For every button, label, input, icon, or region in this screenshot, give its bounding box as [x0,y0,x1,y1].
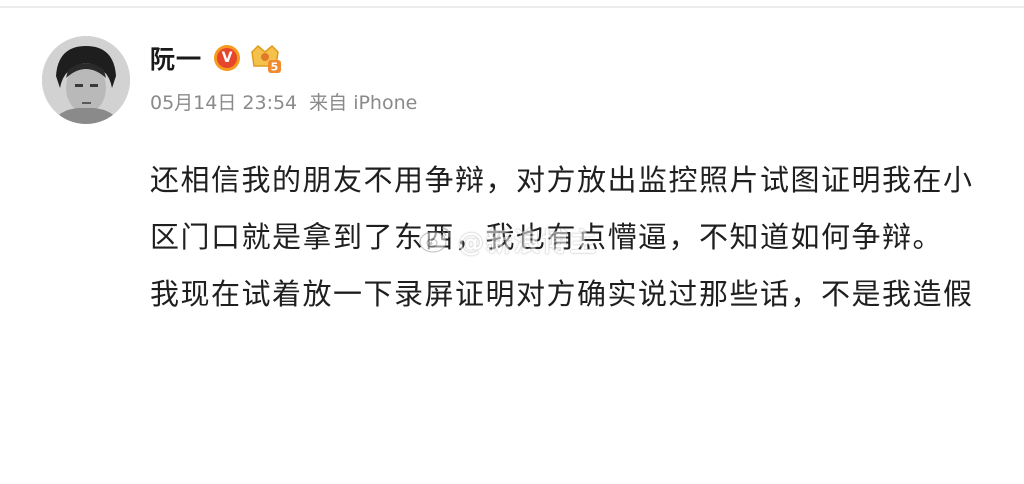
watermark-text: @新浪博主 [458,228,599,258]
watermark: @新浪博主 [418,222,598,259]
post-paragraph-2: 我现在试着放一下录屏证明对方确实说过那些话，不是我造假 [150,277,974,311]
username[interactable]: 阮一 [150,40,202,76]
level-crown-icon[interactable]: 5 [248,42,282,74]
avatar[interactable] [42,36,130,124]
divider [0,6,1024,8]
level-label: 5 [271,61,279,74]
post-meta: 05月14日 23:54 来自 iPhone [150,88,417,115]
weibo-post: 阮一 V 5 05月14日 23:54 来自 iPhone 还相信我的朋友不用争… [0,0,1024,484]
avatar-image [42,36,130,124]
post-source[interactable]: 来自 iPhone [309,88,417,115]
verified-v-icon[interactable]: V [214,45,241,71]
post-timestamp: 05月14日 23:54 [150,92,298,114]
username-row: 阮一 V 5 [150,38,282,78]
weibo-logo-icon [418,224,452,258]
verified-label: V [217,48,238,68]
